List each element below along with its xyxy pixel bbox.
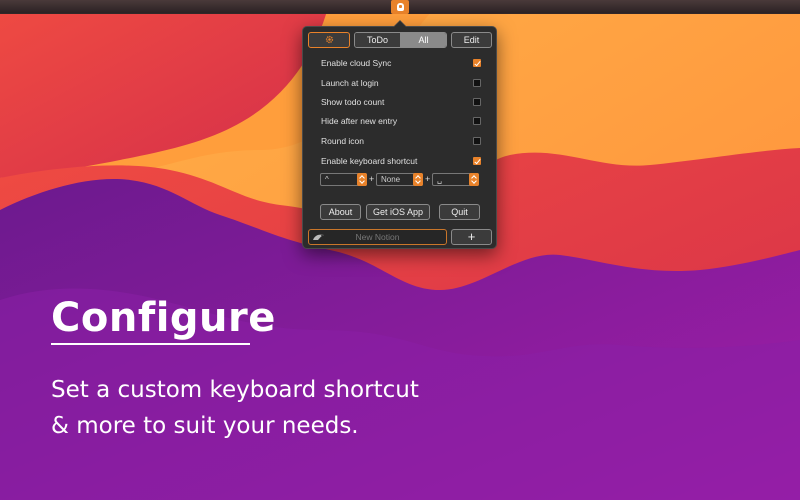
edit-button[interactable]: Edit	[451, 32, 492, 48]
round-icon-checkbox[interactable]	[473, 137, 481, 145]
setting-hide-after-entry: Hide after new entry	[321, 115, 481, 127]
subtitle-line-2: & more to suit your needs.	[51, 413, 359, 439]
setting-launch-login: Launch at login	[321, 77, 481, 89]
settings-button[interactable]	[308, 32, 350, 48]
stepper-icon[interactable]	[413, 173, 423, 186]
filter-segmented-control: ToDo All	[354, 32, 447, 48]
setting-keyboard-shortcut: Enable keyboard shortcut	[321, 155, 481, 167]
bird-icon	[313, 234, 324, 240]
setting-cloud-sync: Enable cloud Sync	[321, 57, 481, 69]
setting-round-icon: Round icon	[321, 135, 481, 147]
stepper-icon[interactable]	[469, 173, 479, 186]
subtitle: Set a custom keyboard shortcut & more to…	[51, 372, 471, 444]
stepper-icon[interactable]	[357, 173, 367, 186]
cloud-sync-checkbox[interactable]	[473, 59, 481, 67]
key-select[interactable]: ␣	[432, 173, 479, 186]
settings-popover: ToDo All Edit Enable cloud Sync Launch a…	[302, 20, 497, 249]
add-button[interactable]: +	[451, 229, 492, 245]
headline-underline	[51, 343, 250, 345]
setting-todo-count: Show todo count	[321, 96, 481, 108]
app-status-icon[interactable]	[391, 0, 409, 14]
key-value: ␣	[437, 175, 443, 184]
subtitle-line-1: Set a custom keyboard shortcut	[51, 377, 419, 403]
shortcut-row: ^ + None + ␣	[320, 173, 482, 187]
hide-after-entry-checkbox[interactable]	[473, 117, 481, 125]
setting-label: Launch at login	[321, 78, 379, 88]
modifier2-value: None	[381, 175, 401, 184]
gear-icon	[325, 35, 333, 44]
new-notion-input[interactable]: New Notion	[308, 229, 447, 245]
new-notion-placeholder: New Notion	[355, 232, 400, 242]
modifier1-value: ^	[325, 175, 329, 184]
todo-count-checkbox[interactable]	[473, 98, 481, 106]
quit-button[interactable]: Quit	[439, 204, 480, 220]
setting-label: Round icon	[321, 136, 365, 146]
headline: Configure	[51, 295, 276, 341]
keyboard-shortcut-checkbox[interactable]	[473, 157, 481, 165]
launch-login-checkbox[interactable]	[473, 79, 481, 87]
setting-label: Hide after new entry	[321, 116, 398, 126]
plus-sign: +	[425, 174, 431, 184]
tab-all[interactable]: All	[400, 33, 446, 47]
plus-sign: +	[369, 174, 375, 184]
notion-glyph-icon	[396, 3, 404, 11]
setting-label: Show todo count	[321, 97, 385, 107]
get-ios-app-button[interactable]: Get iOS App	[366, 204, 430, 220]
setting-label: Enable keyboard shortcut	[321, 156, 418, 166]
menu-bar	[0, 0, 800, 14]
tab-todo[interactable]: ToDo	[355, 33, 400, 47]
setting-label: Enable cloud Sync	[321, 58, 392, 68]
modifier2-select[interactable]: None	[376, 173, 423, 186]
about-button[interactable]: About	[320, 204, 361, 220]
modifier1-select[interactable]: ^	[320, 173, 367, 186]
